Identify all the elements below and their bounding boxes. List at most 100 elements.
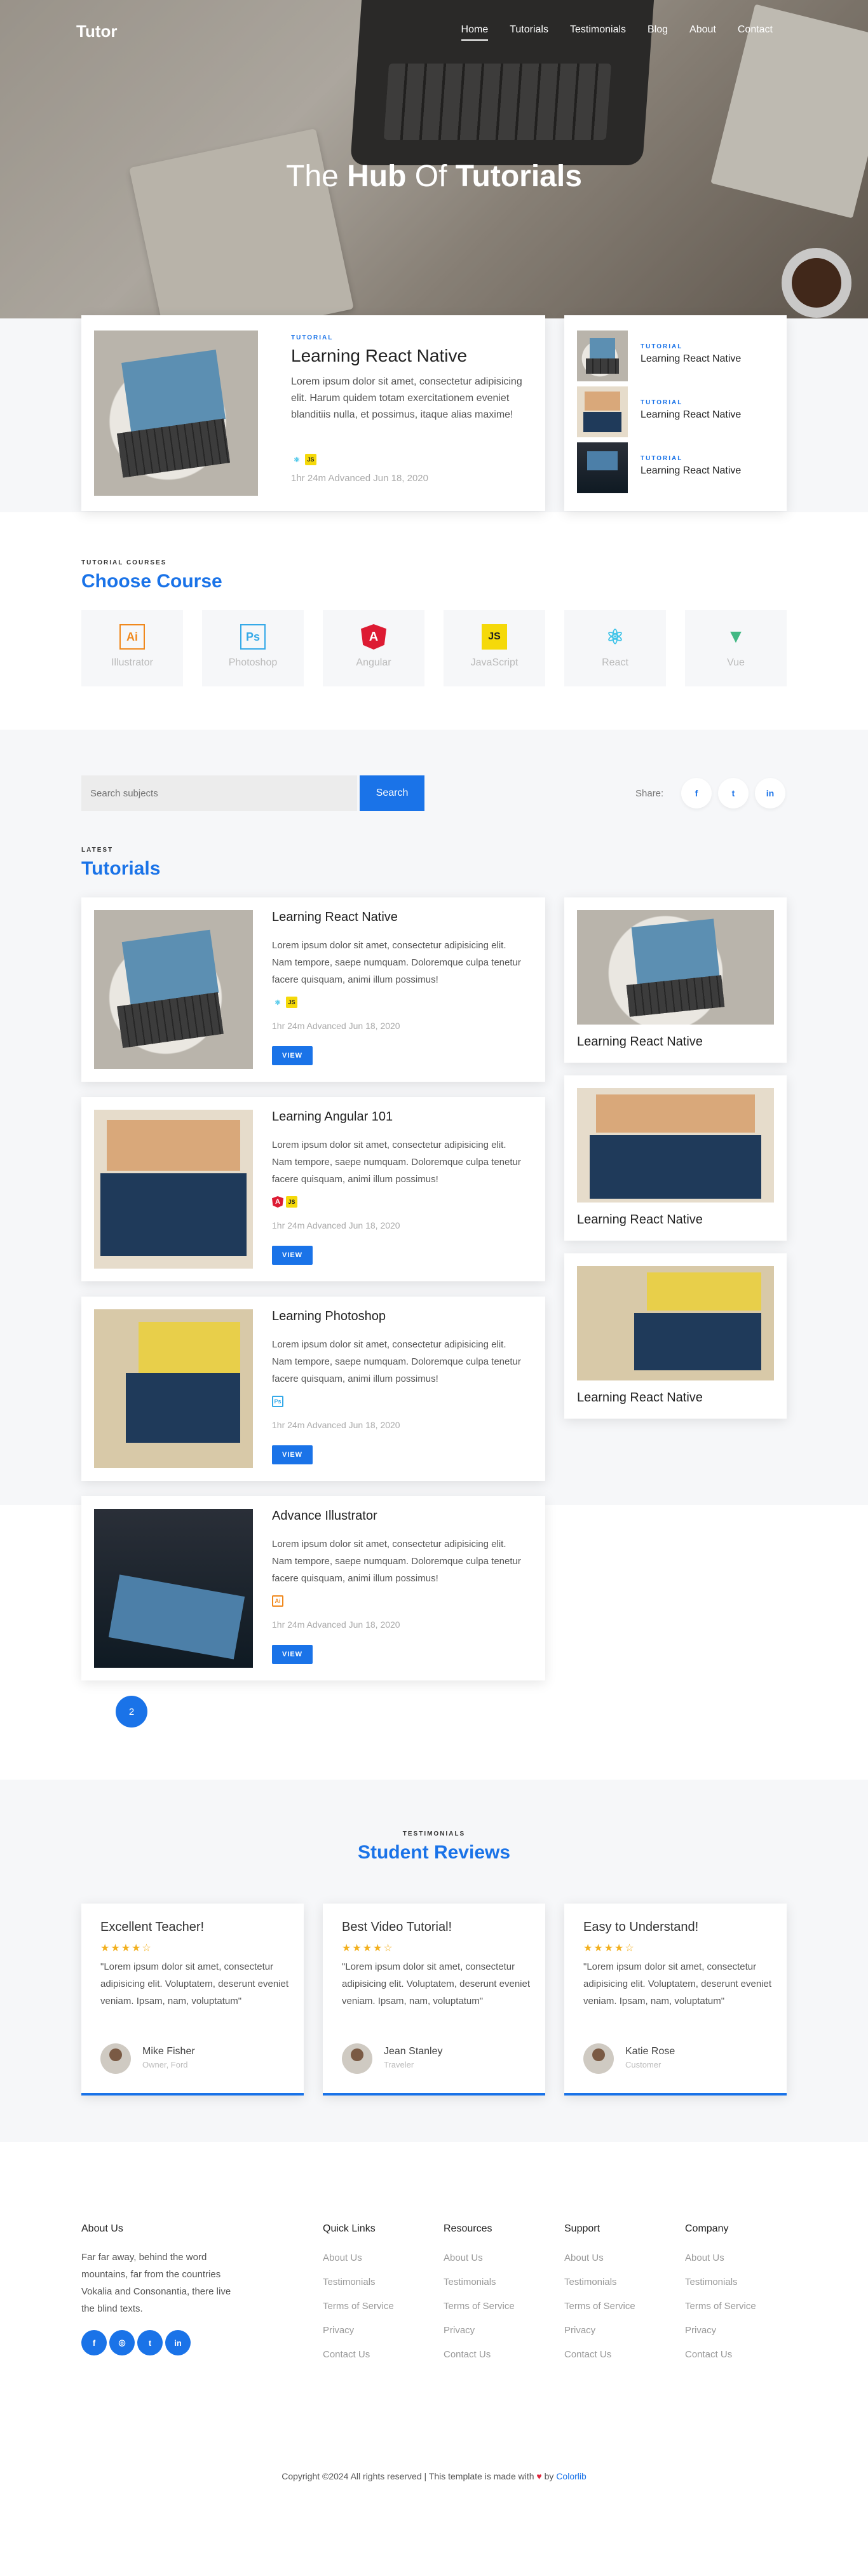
tutorial-card[interactable]: Learning Angular 101 Lorem ipsum dolor s… xyxy=(81,1097,545,1281)
side-featured-title[interactable]: Learning React Native xyxy=(641,465,741,477)
nav-about[interactable]: About xyxy=(689,24,716,36)
footer-link[interactable]: About Us xyxy=(323,2252,362,2263)
side-featured-eyebrow: TUTORIAL xyxy=(641,399,683,406)
footer-link[interactable]: Privacy xyxy=(564,2325,595,2336)
avatar xyxy=(583,2043,614,2074)
footer-link[interactable]: Terms of Service xyxy=(444,2301,515,2312)
nav-tutorials[interactable]: Tutorials xyxy=(510,24,548,36)
side-tutorial-title[interactable]: Learning React Native xyxy=(577,1213,703,1227)
nav-home[interactable]: Home xyxy=(461,24,488,41)
tutorial-title[interactable]: Learning React Native xyxy=(272,910,398,925)
view-button[interactable]: VIEW xyxy=(272,1246,313,1265)
tutorial-tech-icons: ⚛ JS xyxy=(272,997,297,1008)
twitter-icon[interactable]: t xyxy=(137,2330,163,2355)
footer-link[interactable]: Privacy xyxy=(685,2325,716,2336)
course-photoshop[interactable]: Ps Photoshop xyxy=(202,610,304,686)
testimonials-eyebrow: TESTIMONIALS xyxy=(402,1830,466,1837)
course-vue[interactable]: ▼ Vue xyxy=(685,610,787,686)
footer-link[interactable]: About Us xyxy=(564,2252,604,2263)
tutorial-card[interactable]: Learning Photoshop Lorem ipsum dolor sit… xyxy=(81,1297,545,1481)
footer-link[interactable]: Contact Us xyxy=(323,2349,370,2360)
course-illustrator[interactable]: Ai Illustrator xyxy=(81,610,183,686)
tutorial-title[interactable]: Learning Angular 101 xyxy=(272,1110,393,1124)
testimonials-title: Student Reviews xyxy=(357,1842,511,1863)
page-button[interactable] xyxy=(81,1696,113,1728)
linkedin-icon[interactable]: in xyxy=(165,2330,191,2355)
side-tutorial-title[interactable]: Learning React Native xyxy=(577,1035,703,1049)
tutorial-title[interactable]: Advance Illustrator xyxy=(272,1509,377,1523)
avatar xyxy=(342,2043,372,2074)
review-quote: "Lorem ipsum dolor sit amet, consectetur… xyxy=(342,1961,531,2007)
nav-testimonials[interactable]: Testimonials xyxy=(570,24,626,36)
copyright: Copyright ©2024 All rights reserved | Th… xyxy=(0,2471,868,2481)
side-tutorial-card[interactable]: Learning React Native xyxy=(564,897,787,1063)
logo[interactable]: Tutor xyxy=(76,22,118,41)
facebook-icon[interactable]: f xyxy=(681,778,712,808)
colorlib-link[interactable]: Colorlib xyxy=(556,2471,586,2481)
footer-link[interactable]: Testimonials xyxy=(685,2277,738,2287)
side-tutorial-card[interactable]: Learning React Native xyxy=(564,1075,787,1241)
reviewer-name: Mike Fisher xyxy=(142,2046,195,2057)
facebook-icon[interactable]: f xyxy=(81,2330,107,2355)
footer-link[interactable]: Terms of Service xyxy=(323,2301,394,2312)
side-featured-item[interactable]: TUTORIAL Learning React Native xyxy=(577,442,774,493)
tutorial-title[interactable]: Learning Photoshop xyxy=(272,1309,386,1324)
star-rating: ★★★★☆ xyxy=(583,1943,635,1954)
view-button[interactable]: VIEW xyxy=(272,1645,313,1664)
footer-link[interactable]: Terms of Service xyxy=(685,2301,756,2312)
footer-link[interactable]: Testimonials xyxy=(323,2277,376,2287)
hero-banner: Tutor Home Tutorials Testimonials Blog A… xyxy=(0,0,868,318)
photoshop-icon: Ps xyxy=(272,1396,283,1407)
footer-link[interactable]: Terms of Service xyxy=(564,2301,635,2312)
tutorial-card[interactable]: Learning React Native Lorem ipsum dolor … xyxy=(81,897,545,1082)
footer-link[interactable]: About Us xyxy=(685,2252,724,2263)
search-button[interactable]: Search xyxy=(360,775,424,811)
footer-link[interactable]: Contact Us xyxy=(685,2349,732,2360)
side-featured-item[interactable]: TUTORIAL Learning React Native xyxy=(577,386,774,437)
view-button[interactable]: VIEW xyxy=(272,1445,313,1464)
view-button[interactable]: VIEW xyxy=(272,1046,313,1065)
footer-link[interactable]: Testimonials xyxy=(564,2277,617,2287)
footer-link[interactable]: Privacy xyxy=(444,2325,475,2336)
course-react[interactable]: ⚛ React xyxy=(564,610,666,686)
linkedin-icon[interactable]: in xyxy=(755,778,785,808)
side-tutorial-image xyxy=(577,910,774,1025)
instagram-icon[interactable]: ◎ xyxy=(109,2330,135,2355)
side-tutorial-card[interactable]: Learning React Native xyxy=(564,1253,787,1419)
review-title: Easy to Understand! xyxy=(583,1920,699,1934)
footer-link[interactable]: About Us xyxy=(444,2252,483,2263)
page-button-active[interactable]: 2 xyxy=(116,1696,147,1728)
tutorial-text: Lorem ipsum dolor sit amet, consectetur … xyxy=(272,1339,521,1384)
side-featured-title[interactable]: Learning React Native xyxy=(641,353,741,365)
course-angular[interactable]: A Angular xyxy=(323,610,424,686)
tutorial-image xyxy=(94,1309,253,1468)
footer-link[interactable]: Privacy xyxy=(323,2325,354,2336)
nav-blog[interactable]: Blog xyxy=(648,24,668,36)
page-button[interactable] xyxy=(150,1696,182,1728)
javascript-icon: JS xyxy=(286,1196,297,1208)
hero-title: The Hub Of Tutorials xyxy=(286,160,582,193)
photoshop-icon: Ps xyxy=(240,624,266,650)
side-featured-item[interactable]: TUTORIAL Learning React Native xyxy=(577,331,774,381)
javascript-icon: JS xyxy=(286,997,297,1008)
nav-contact[interactable]: Contact xyxy=(738,24,773,36)
star-rating: ★★★★☆ xyxy=(342,1943,394,1954)
side-tutorial-title[interactable]: Learning React Native xyxy=(577,1391,703,1405)
footer-link[interactable]: Contact Us xyxy=(564,2349,611,2360)
footer-column-title: Support xyxy=(564,2223,600,2234)
footer-link[interactable]: Contact Us xyxy=(444,2349,491,2360)
react-icon: ⚛ xyxy=(275,998,281,1007)
page-button[interactable] xyxy=(184,1696,216,1728)
side-featured-image xyxy=(577,386,628,437)
featured-title[interactable]: Learning React Native xyxy=(291,346,467,366)
tutorial-card[interactable]: Advance Illustrator Lorem ipsum dolor si… xyxy=(81,1496,545,1680)
search-input[interactable] xyxy=(81,775,357,811)
course-javascript[interactable]: JS JavaScript xyxy=(444,610,545,686)
featured-tutorial-card[interactable]: TUTORIAL Learning React Native Lorem ips… xyxy=(81,315,545,511)
course-label: Photoshop xyxy=(228,657,278,668)
twitter-icon[interactable]: t xyxy=(718,778,749,808)
footer-link[interactable]: Testimonials xyxy=(444,2277,496,2287)
tutorial-meta: 1hr 24m Advanced Jun 18, 2020 xyxy=(272,1220,400,1230)
side-featured-title[interactable]: Learning React Native xyxy=(641,409,741,421)
page-button[interactable] xyxy=(219,1696,250,1728)
